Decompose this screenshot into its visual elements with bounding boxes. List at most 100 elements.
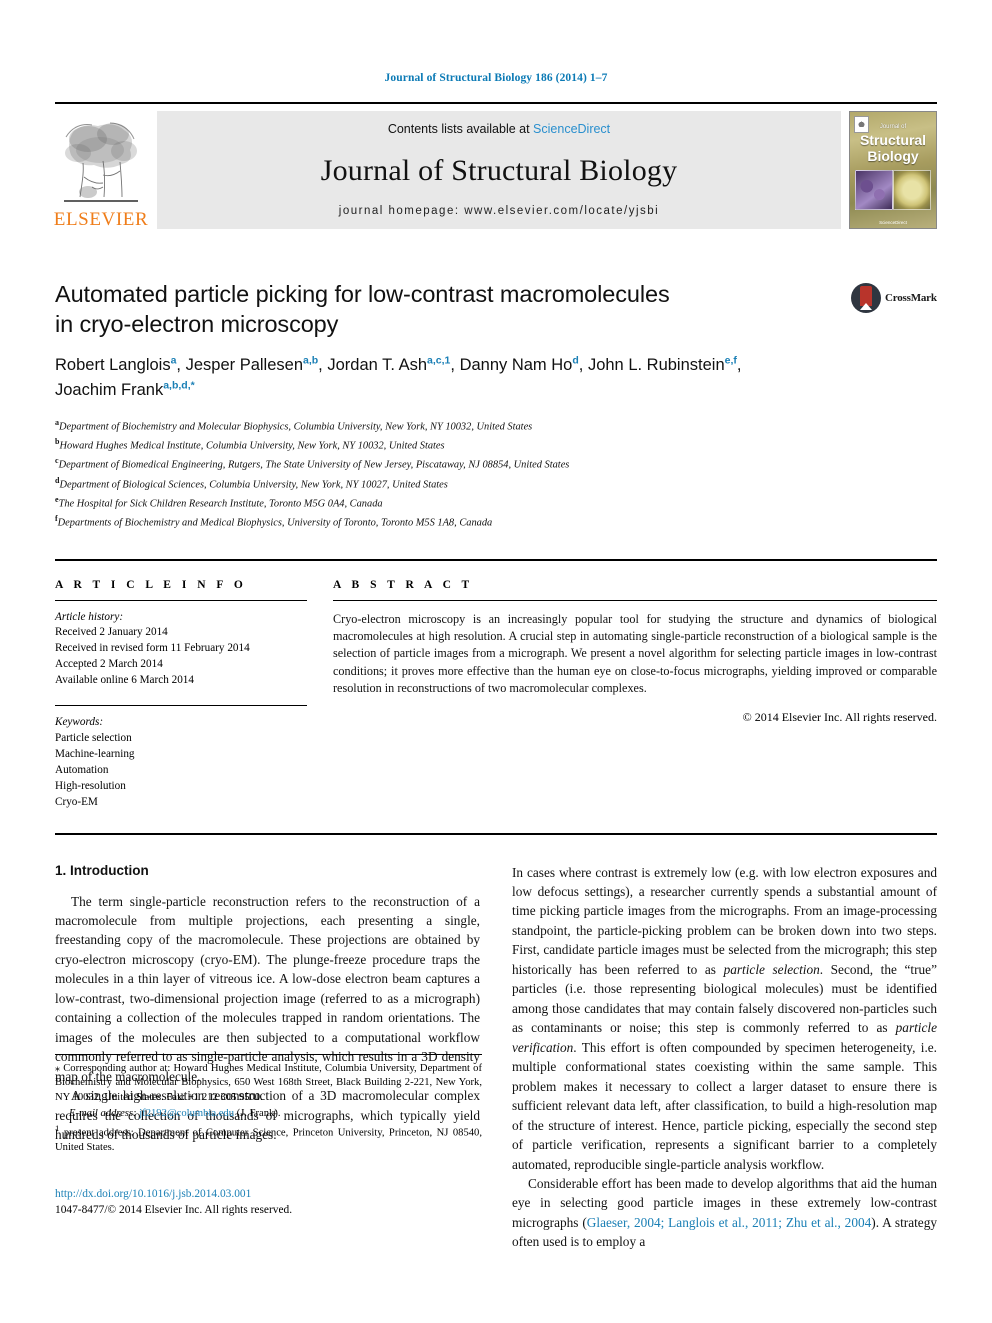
author-affiliation-marks: a,b: [303, 354, 319, 367]
title-line-2: in cryo-electron microscopy: [55, 311, 339, 338]
paragraph-part: In cases where contrast is extremely low…: [512, 864, 937, 977]
info-abstract-section: A R T I C L E I N F O Article history: R…: [55, 558, 937, 811]
title-block: CrossMark Automated particle picking for…: [55, 279, 937, 533]
affiliation-text: The Hospital for Sick Children Research …: [58, 498, 383, 510]
crossmark-icon: [851, 283, 881, 313]
imprint-block: http://dx.doi.org/10.1016/j.jsb.2014.03.…: [55, 1186, 292, 1218]
email-owner: (J. Frank).: [234, 1107, 281, 1119]
elsevier-tree-icon: [64, 122, 138, 202]
email-label: E-mail address:: [69, 1107, 137, 1119]
author-name: Robert Langlois: [55, 356, 171, 375]
body-paragraph: Considerable effort has been made to dev…: [512, 1174, 937, 1252]
keyword-item: Cryo-EM: [55, 795, 98, 808]
author-item: Jordan T. Asha,c,1,: [327, 354, 459, 375]
issn-copyright-line: 1047-8477/© 2014 Elsevier Inc. All right…: [55, 1203, 293, 1216]
article-history-label: Article history:: [55, 610, 124, 623]
citation-link[interactable]: Glaeser, 2004; Langlois et al., 2011; Zh…: [587, 1215, 872, 1230]
keyword-item: Machine-learning: [55, 747, 135, 760]
affiliation-item: aDepartment of Biochemistry and Molecula…: [55, 417, 937, 436]
keyword-item: Particle selection: [55, 731, 132, 744]
body-separator-rule: [55, 832, 937, 835]
contents-prefix: Contents lists available at: [387, 122, 534, 136]
elsevier-wordmark: ELSEVIER: [53, 209, 149, 230]
email-link[interactable]: jf2192@columbia.edu: [139, 1108, 234, 1119]
author-item: Joachim Franka,b,d,*: [55, 379, 195, 399]
keywords-label: Keywords:: [55, 716, 104, 729]
abstract-text: Cryo-electron microscopy is an increasin…: [333, 611, 937, 696]
article-info-column: A R T I C L E I N F O Article history: R…: [55, 579, 333, 811]
abstract-heading: A B S T R A C T: [333, 578, 474, 591]
affiliation-text: Departments of Biochemistry and Medical …: [57, 517, 493, 529]
cover-micrograph-right: [893, 170, 931, 210]
section-heading-introduction: 1. Introduction: [55, 862, 149, 878]
journal-title: Journal of Structural Biology: [320, 153, 678, 187]
footnote-email: E-mail address: jf2192@columbia.edu (J. …: [55, 1107, 482, 1122]
author-name: Joachim Frank: [55, 380, 164, 399]
abstract-column: A B S T R A C T Cryo-electron microscopy…: [333, 579, 937, 811]
paper-page: Journal of Structural Biology 186 (2014)…: [0, 0, 992, 1323]
abstract-copyright: © 2014 Elsevier Inc. All rights reserved…: [742, 709, 937, 724]
body-column-right: In cases where contrast is extremely low…: [512, 863, 937, 1252]
author-name: Danny Nam Ho: [459, 356, 573, 375]
cover-micrograph-left: [855, 170, 893, 210]
elsevier-logo: ELSEVIER: [53, 111, 149, 230]
affiliation-list: aDepartment of Biochemistry and Molecula…: [55, 417, 937, 533]
author-name: Jordan T. Ash: [327, 356, 428, 375]
author-sep: ,: [736, 356, 742, 375]
author-item: Robert Langloisa,: [55, 355, 186, 375]
cover-journal-of-label: Journal of: [879, 124, 907, 130]
author-item: Danny Nam Hod,: [459, 355, 588, 375]
body-columns: 1. Introduction The term single-particle…: [55, 863, 937, 1252]
sciencedirect-link[interactable]: ScienceDirect: [533, 122, 610, 136]
affiliation-item: dDepartment of Biological Sciences, Colu…: [55, 475, 937, 494]
body-paragraph: In cases where contrast is extremely low…: [512, 863, 937, 1175]
article-info-heading: A R T I C L E I N F O: [55, 578, 247, 591]
author-sep: ,: [318, 356, 328, 375]
affiliation-text: Department of Biomedical Engineering, Ru…: [58, 459, 570, 471]
author-sep: ,: [578, 356, 588, 375]
page-title: Automated particle picking for low-contr…: [55, 279, 775, 339]
footnote-corresponding-author: ⁎ Corresponding author at: Howard Hughes…: [55, 1062, 482, 1106]
crossmark-badge-group[interactable]: CrossMark: [851, 281, 937, 315]
cover-title-line1: Structural: [859, 132, 927, 148]
journal-homepage-link[interactable]: journal homepage: www.elsevier.com/locat…: [339, 205, 659, 217]
footnote-text: Corresponding author at: Howard Hughes M…: [55, 1062, 482, 1103]
affiliation-text: Department of Biological Sciences, Colum…: [59, 479, 448, 491]
history-item: Received 2 January 2014: [55, 626, 168, 639]
affiliation-text: Department of Biochemistry and Molecular…: [59, 421, 533, 433]
crossmark-label: CrossMark: [885, 292, 937, 304]
affiliation-item: bHoward Hughes Medical Institute, Columb…: [55, 436, 937, 455]
cover-footer-label: ScienceDirect: [879, 220, 907, 225]
author-affiliation-marks: e,f: [724, 354, 737, 367]
article-info-rule: [55, 599, 307, 601]
affiliation-text: Howard Hughes Medical Institute, Columbi…: [59, 440, 445, 452]
author-item: Jesper Pallesena,b,: [185, 354, 328, 375]
affiliation-item: fDepartments of Biochemistry and Medical…: [55, 513, 937, 532]
cover-title-line2: Biology: [867, 148, 919, 164]
author-name: Jesper Pallesen: [185, 356, 303, 375]
author-affiliation-marks: a,c,1: [427, 354, 451, 367]
author-list: Robert Langloisa, Jesper Pallesena,b, Jo…: [55, 353, 845, 403]
body-column-left: 1. Introduction The term single-particle…: [55, 863, 482, 1252]
history-item: Available online 6 March 2014: [55, 674, 194, 687]
keyword-item: Automation: [55, 763, 109, 776]
footnote-present-address: 1 present address: Department of Compute…: [55, 1122, 482, 1156]
author-item: John L. Rubinsteine,f,: [588, 354, 742, 375]
contents-list-line: Contents lists available at ScienceDirec…: [388, 122, 610, 136]
abstract-rule: [333, 599, 937, 601]
footnote-text: present address: Department of Computer …: [55, 1127, 482, 1154]
affiliation-item: cDepartment of Biomedical Engineering, R…: [55, 455, 937, 474]
keywords-rule: [55, 705, 307, 707]
emphasized-term: particle selection: [723, 961, 820, 977]
author-affiliation-marks: a,b,d,*: [163, 379, 195, 392]
running-head: Journal of Structural Biology 186 (2014)…: [384, 72, 608, 84]
title-line-1: Automated particle picking for low-contr…: [55, 281, 670, 307]
paragraph-part: . This effort is often compounded by spe…: [512, 1039, 937, 1172]
footnote-block: ⁎ Corresponding author at: Howard Hughes…: [55, 1053, 482, 1156]
masthead-banner: Contents lists available at ScienceDirec…: [157, 111, 841, 229]
journal-masthead: ELSEVIER Contents lists available at Sci…: [53, 102, 937, 235]
doi-link[interactable]: http://dx.doi.org/10.1016/j.jsb.2014.03.…: [55, 1186, 292, 1202]
history-item: Accepted 2 March 2014: [55, 658, 163, 671]
author-sep: ,: [176, 356, 186, 375]
affiliation-item: eThe Hospital for Sick Children Research…: [55, 494, 937, 513]
